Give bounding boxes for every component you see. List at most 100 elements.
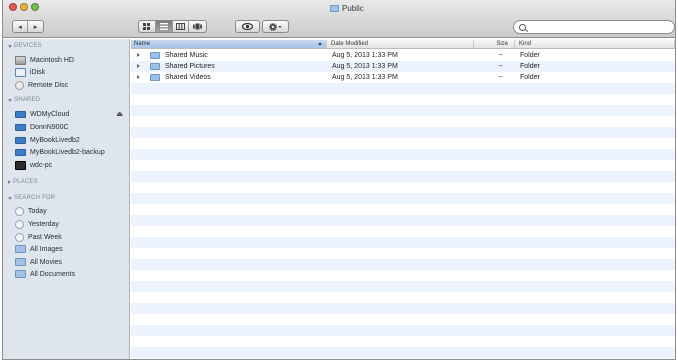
disclosure-triangle-icon[interactable] bbox=[137, 64, 140, 68]
file-rows: Shared Music Aug 5, 2013 1:33 PM -- Fold… bbox=[131, 50, 675, 359]
disclosure-triangle-icon bbox=[8, 98, 12, 102]
sidebar-item-remote-disc[interactable]: Remote Disc bbox=[15, 79, 129, 91]
column-header-size[interactable]: Size bbox=[475, 40, 515, 48]
disclosure-triangle-icon[interactable] bbox=[137, 53, 140, 57]
back-button[interactable]: ◂ bbox=[13, 21, 29, 32]
file-kind: Folder bbox=[520, 74, 540, 81]
icon-view-button[interactable] bbox=[139, 21, 156, 32]
smart-folder-icon bbox=[15, 270, 26, 278]
sidebar-section-search-for[interactable]: SEARCH FOR bbox=[8, 195, 55, 201]
sidebar-item-idisk[interactable]: iDisk bbox=[15, 66, 129, 78]
column-header-date-modified[interactable]: Date Modified bbox=[328, 40, 474, 48]
forward-button[interactable]: ▸ bbox=[28, 21, 43, 32]
file-name: Shared Videos bbox=[165, 74, 211, 81]
sidebar-item-label: iDisk bbox=[30, 68, 46, 76]
sidebar-item-label: MyBookLivedb2 bbox=[30, 136, 80, 144]
table-row[interactable]: Shared Music Aug 5, 2013 1:33 PM -- Fold… bbox=[131, 50, 675, 61]
table-row[interactable]: Shared Videos Aug 5, 2013 1:33 PM -- Fol… bbox=[131, 72, 675, 83]
sidebar-section-shared[interactable]: SHARED bbox=[8, 97, 40, 103]
sidebar-item-wdc-pc[interactable]: wdc-pc bbox=[15, 159, 129, 171]
sidebar-item-label: DonnN900C bbox=[30, 123, 69, 131]
sidebar-item-label: All Movies bbox=[30, 258, 62, 266]
sidebar-item-mybooklivedb2-backup[interactable]: MyBookLivedb2-backup bbox=[15, 146, 129, 158]
sidebar-section-label: SHARED bbox=[14, 97, 41, 103]
sidebar-section-places[interactable]: PLACES bbox=[8, 179, 38, 185]
file-size: -- bbox=[498, 63, 503, 70]
sidebar-item-label: wdc-pc bbox=[30, 161, 53, 169]
sidebar-section-devices[interactable]: DEVICES bbox=[8, 43, 42, 49]
list-view-button[interactable] bbox=[155, 21, 173, 32]
folder-icon bbox=[150, 52, 160, 59]
sidebar-item-yesterday[interactable]: Yesterday bbox=[15, 218, 129, 230]
sidebar-item-label: Today bbox=[28, 207, 47, 215]
sidebar-item-all-images[interactable]: All Images bbox=[15, 243, 129, 255]
sidebar-item-label: Yesterday bbox=[28, 220, 59, 228]
file-size: -- bbox=[498, 52, 503, 59]
icon-view-icon bbox=[143, 23, 151, 30]
disclosure-triangle-icon[interactable] bbox=[137, 75, 140, 79]
folder-icon bbox=[150, 74, 160, 81]
column-header-bar: Name Date Modified Size Kind bbox=[131, 39, 675, 49]
sidebar-item-today[interactable]: Today bbox=[15, 205, 129, 217]
sidebar-item-macintosh-hd[interactable]: Macintosh HD bbox=[15, 54, 129, 66]
file-date-modified: Aug 5, 2013 1:33 PM bbox=[332, 74, 398, 81]
column-view-button[interactable] bbox=[173, 21, 190, 32]
sidebar-item-label: Remote Disc bbox=[28, 81, 69, 89]
column-header-name[interactable]: Name bbox=[131, 40, 327, 48]
minimize-window-button[interactable] bbox=[20, 3, 28, 11]
sidebar-item-label: Macintosh HD bbox=[30, 56, 74, 64]
sidebar-item-past-week[interactable]: Past Week bbox=[15, 231, 129, 243]
column-header-label: Name bbox=[134, 41, 151, 47]
quick-look-button[interactable] bbox=[236, 21, 259, 32]
file-name: Shared Music bbox=[165, 52, 208, 59]
cover-flow-button[interactable] bbox=[189, 21, 206, 32]
clock-icon bbox=[15, 206, 24, 216]
action-menu-button[interactable] bbox=[263, 21, 288, 32]
disclosure-triangle-icon bbox=[8, 180, 11, 184]
toolbar: Public ◂ ▸ bbox=[3, 0, 675, 38]
sidebar-item-wdmycloud[interactable]: WDMyCloud ⏏ bbox=[15, 108, 129, 120]
sidebar-item-all-movies[interactable]: All Movies bbox=[15, 256, 129, 268]
list-view-icon bbox=[159, 23, 168, 30]
sort-ascending-icon bbox=[318, 42, 322, 45]
zoom-window-button[interactable] bbox=[31, 3, 39, 11]
sidebar-section-label: DEVICES bbox=[14, 43, 42, 49]
close-window-button[interactable] bbox=[9, 3, 17, 11]
back-forward-control: ◂ ▸ bbox=[12, 20, 44, 33]
quick-look-control bbox=[235, 20, 260, 33]
sidebar-item-mybooklivedb2[interactable]: MyBookLivedb2 bbox=[15, 134, 129, 146]
file-date-modified: Aug 5, 2013 1:33 PM bbox=[332, 52, 398, 59]
sidebar-item-label: WDMyCloud bbox=[30, 110, 70, 118]
disc-icon bbox=[15, 80, 24, 90]
view-mode-control bbox=[138, 20, 207, 33]
folder-icon bbox=[330, 4, 339, 12]
file-kind: Folder bbox=[520, 63, 540, 70]
smart-folder-icon bbox=[15, 258, 26, 266]
column-header-label: Date Modified bbox=[331, 41, 369, 47]
eject-icon[interactable]: ⏏ bbox=[116, 110, 123, 118]
sidebar-item-label: MyBookLivedb2-backup bbox=[30, 148, 105, 156]
smart-folder-icon bbox=[15, 245, 26, 253]
sidebar-item-label: All Images bbox=[30, 245, 63, 253]
clock-icon bbox=[15, 232, 24, 242]
table-row[interactable]: Shared Pictures Aug 5, 2013 1:33 PM -- F… bbox=[131, 61, 675, 72]
disclosure-triangle-icon bbox=[8, 196, 12, 200]
file-size: -- bbox=[498, 74, 503, 81]
sidebar-item-donnn900c[interactable]: DonnN900C bbox=[15, 121, 129, 133]
file-list: Name Date Modified Size Kind Shared Musi… bbox=[131, 39, 675, 359]
search-field[interactable] bbox=[513, 20, 675, 34]
folder-icon bbox=[150, 63, 160, 70]
sidebar-item-all-documents[interactable]: All Documents bbox=[15, 268, 129, 280]
cover-flow-icon bbox=[193, 23, 203, 30]
network-drive-icon bbox=[15, 123, 26, 131]
column-header-kind[interactable]: Kind bbox=[516, 40, 675, 48]
disclosure-triangle-icon bbox=[8, 44, 12, 48]
network-drive-icon bbox=[15, 136, 26, 144]
idisk-icon bbox=[15, 67, 26, 77]
sidebar-section-label: PLACES bbox=[13, 179, 38, 185]
network-drive-icon bbox=[15, 110, 26, 118]
file-kind: Folder bbox=[520, 52, 540, 59]
window-title-text: Public bbox=[342, 3, 364, 13]
column-view-icon bbox=[175, 23, 185, 30]
file-date-modified: Aug 5, 2013 1:33 PM bbox=[332, 63, 398, 70]
